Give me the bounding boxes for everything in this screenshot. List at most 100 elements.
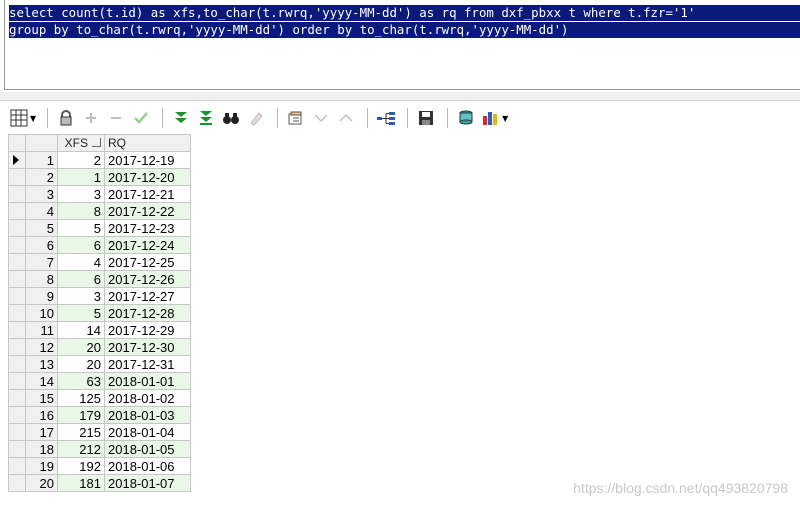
cell-xfs[interactable]: 192 [57, 457, 105, 475]
row-indicator[interactable] [8, 389, 26, 407]
table-row[interactable]: 16 179 2018-01-03 [8, 406, 191, 424]
row-indicator[interactable] [8, 168, 26, 186]
cell-rq[interactable]: 2017-12-28 [104, 304, 191, 322]
row-number[interactable]: 14 [25, 372, 58, 390]
fetch-next-icon[interactable] [170, 107, 192, 129]
chart-icon[interactable] [480, 107, 502, 129]
row-number[interactable]: 11 [25, 321, 58, 339]
cell-rq[interactable]: 2017-12-23 [104, 219, 191, 237]
row-number[interactable]: 15 [25, 389, 58, 407]
row-indicator[interactable] [8, 151, 26, 169]
table-row[interactable]: 2 1 2017-12-20 [8, 168, 191, 186]
row-number[interactable]: 2 [25, 168, 58, 186]
table-row[interactable]: 17 215 2018-01-04 [8, 423, 191, 441]
cell-xfs[interactable]: 63 [57, 372, 105, 390]
cell-xfs[interactable]: 1 [57, 168, 105, 186]
cell-rq[interactable]: 2017-12-25 [104, 253, 191, 271]
row-number[interactable]: 7 [25, 253, 58, 271]
cell-rq[interactable]: 2017-12-21 [104, 185, 191, 203]
chevron-down-icon[interactable]: ▼ [30, 114, 36, 123]
column-header-rq[interactable]: RQ [104, 134, 191, 152]
cell-rq[interactable]: 2017-12-24 [104, 236, 191, 254]
table-row[interactable]: 11 14 2017-12-29 [8, 321, 191, 339]
query-by-example-icon[interactable] [285, 107, 307, 129]
sql-line[interactable]: select count(t.id) as xfs,to_char(t.rwrq… [9, 5, 702, 21]
add-icon[interactable] [80, 107, 102, 129]
cell-rq[interactable]: 2017-12-19 [104, 151, 191, 169]
cell-xfs[interactable]: 6 [57, 236, 105, 254]
row-number[interactable]: 1 [25, 151, 58, 169]
find-icon[interactable] [220, 107, 242, 129]
cell-rq[interactable]: 2017-12-29 [104, 321, 191, 339]
row-indicator[interactable] [8, 474, 26, 492]
row-number[interactable]: 10 [25, 304, 58, 322]
row-indicator[interactable] [8, 423, 26, 441]
row-number[interactable]: 19 [25, 457, 58, 475]
table-row[interactable]: 19 192 2018-01-06 [8, 457, 191, 475]
row-number[interactable]: 9 [25, 287, 58, 305]
row-number[interactable]: 12 [25, 338, 58, 356]
cell-xfs[interactable]: 4 [57, 253, 105, 271]
table-row[interactable]: 13 20 2017-12-31 [8, 355, 191, 373]
row-indicator[interactable] [8, 321, 26, 339]
row-indicator[interactable] [8, 202, 26, 220]
table-row[interactable]: 1 2 2017-12-19 [8, 151, 191, 169]
cell-rq[interactable]: 2018-01-02 [104, 389, 191, 407]
row-number[interactable]: 6 [25, 236, 58, 254]
row-indicator[interactable] [8, 304, 26, 322]
remove-icon[interactable] [105, 107, 127, 129]
table-row[interactable]: 6 6 2017-12-24 [8, 236, 191, 254]
table-row[interactable]: 7 4 2017-12-25 [8, 253, 191, 271]
row-indicator[interactable] [8, 287, 26, 305]
row-indicator[interactable] [8, 219, 26, 237]
cell-xfs[interactable]: 20 [57, 338, 105, 356]
corner-cell[interactable] [8, 134, 26, 152]
row-indicator[interactable] [8, 338, 26, 356]
cell-xfs[interactable]: 14 [57, 321, 105, 339]
lock-icon[interactable] [55, 107, 77, 129]
cell-xfs[interactable]: 179 [57, 406, 105, 424]
cell-rq[interactable]: 2018-01-03 [104, 406, 191, 424]
sql-editor[interactable]: select count(t.id) as xfs,to_char(t.rwrq… [4, 0, 800, 90]
table-row[interactable]: 10 5 2017-12-28 [8, 304, 191, 322]
table-row[interactable]: 12 20 2017-12-30 [8, 338, 191, 356]
cell-rq[interactable]: 2018-01-06 [104, 457, 191, 475]
row-indicator[interactable] [8, 270, 26, 288]
fetch-all-icon[interactable] [195, 107, 217, 129]
cell-xfs[interactable]: 125 [57, 389, 105, 407]
row-number[interactable]: 20 [25, 474, 58, 492]
row-indicator[interactable] [8, 440, 26, 458]
table-row[interactable]: 3 3 2017-12-21 [8, 185, 191, 203]
cell-rq[interactable]: 2018-01-01 [104, 372, 191, 390]
cell-xfs[interactable]: 212 [57, 440, 105, 458]
cell-xfs[interactable]: 3 [57, 287, 105, 305]
column-header-xfs[interactable]: XFS [57, 134, 105, 152]
clear-icon[interactable] [245, 107, 267, 129]
cell-rq[interactable]: 2017-12-30 [104, 338, 191, 356]
sql-line[interactable]: group by to_char(t.rwrq,'yyyy-MM-dd') or… [9, 22, 575, 38]
row-number[interactable]: 16 [25, 406, 58, 424]
cell-rq[interactable]: 2017-12-26 [104, 270, 191, 288]
row-indicator[interactable] [8, 406, 26, 424]
cell-xfs[interactable]: 2 [57, 151, 105, 169]
row-number[interactable]: 17 [25, 423, 58, 441]
row-number[interactable]: 8 [25, 270, 58, 288]
cell-xfs[interactable]: 6 [57, 270, 105, 288]
cell-rq[interactable]: 2017-12-22 [104, 202, 191, 220]
row-number[interactable]: 5 [25, 219, 58, 237]
table-row[interactable]: 4 8 2017-12-22 [8, 202, 191, 220]
filter-up-icon[interactable] [335, 107, 357, 129]
cell-xfs[interactable]: 5 [57, 219, 105, 237]
row-indicator[interactable] [8, 372, 26, 390]
row-indicator[interactable] [8, 185, 26, 203]
table-row[interactable]: 8 6 2017-12-26 [8, 270, 191, 288]
chevron-down-icon[interactable]: ▼ [502, 114, 508, 123]
row-number[interactable]: 3 [25, 185, 58, 203]
cell-xfs[interactable]: 181 [57, 474, 105, 492]
table-row[interactable]: 18 212 2018-01-05 [8, 440, 191, 458]
sort-handle-icon[interactable] [92, 138, 101, 147]
table-row[interactable]: 5 5 2017-12-23 [8, 219, 191, 237]
cell-xfs[interactable]: 215 [57, 423, 105, 441]
cell-rq[interactable]: 2017-12-20 [104, 168, 191, 186]
row-indicator[interactable] [8, 457, 26, 475]
